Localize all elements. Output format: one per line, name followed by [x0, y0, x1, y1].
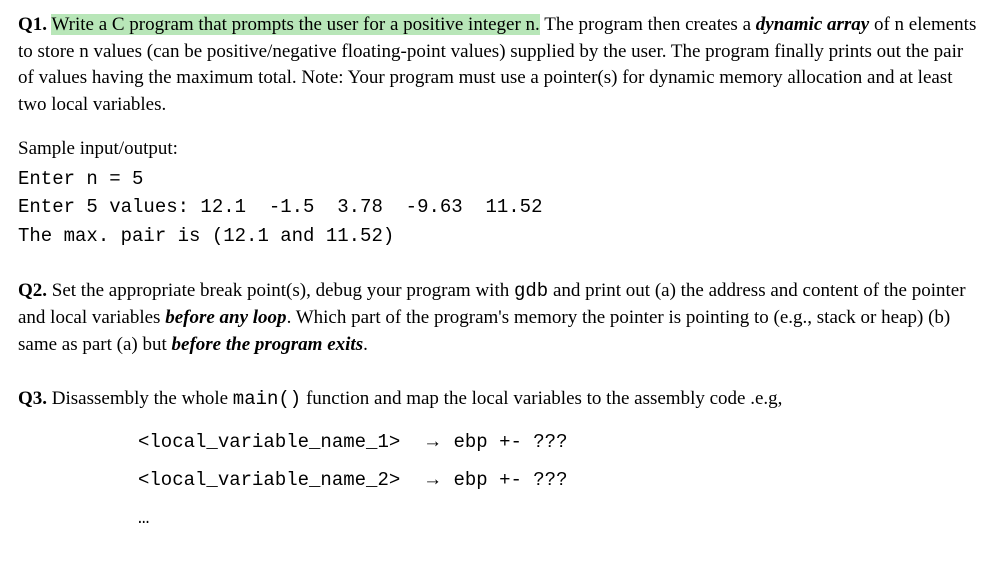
ellipsis: …	[138, 499, 978, 537]
q3-variable-mapping: <local_variable_name_1> → ebp +- ??? <lo…	[138, 423, 978, 537]
question-3: Q3. Disassembly the whole main() functio…	[18, 386, 978, 537]
mapping-row-1: <local_variable_name_1> → ebp +- ???	[138, 423, 978, 461]
local-var-1: <local_variable_name_1>	[138, 431, 400, 453]
q3-text-2: function and map the local variables to …	[301, 388, 782, 409]
question-1: Q1. Write a C program that prompts the u…	[18, 12, 978, 250]
q1-highlighted-text: Write a C program that prompts the user …	[51, 14, 539, 35]
question-2: Q2. Set the appropriate break point(s), …	[18, 278, 978, 358]
sample-io-label: Sample input/output:	[18, 136, 978, 163]
arrow-icon: →	[423, 431, 442, 452]
q2-label: Q2.	[18, 280, 47, 301]
q2-before-exits: before the program exits	[172, 334, 364, 355]
sample-line-2: Enter 5 values: 12.1 -1.5 3.78 -9.63 11.…	[18, 196, 543, 218]
q1-text-part1: The program then creates a	[540, 14, 756, 35]
mapping-row-2: <local_variable_name_2> → ebp +- ???	[138, 461, 978, 499]
local-var-2: <local_variable_name_2>	[138, 469, 400, 491]
q2-before-loop: before any loop	[165, 307, 286, 328]
ebp-offset-1: ebp +- ???	[453, 431, 567, 453]
sample-line-1: Enter n = 5	[18, 168, 143, 190]
q2-text-4: .	[363, 334, 368, 355]
q3-text-1: Disassembly the whole	[47, 388, 233, 409]
sample-io-block: Enter n = 5 Enter 5 values: 12.1 -1.5 3.…	[18, 165, 978, 251]
q2-text-1: Set the appropriate break point(s), debu…	[47, 280, 514, 301]
q1-dynamic-array: dynamic array	[756, 14, 869, 35]
q2-gdb: gdb	[514, 280, 548, 302]
arrow-icon: →	[423, 469, 442, 490]
q1-label: Q1.	[18, 14, 47, 35]
q3-label: Q3.	[18, 388, 47, 409]
q3-main: main()	[233, 388, 301, 410]
sample-line-3: The max. pair is (12.1 and 11.52)	[18, 225, 394, 247]
ebp-offset-2: ebp +- ???	[453, 469, 567, 491]
